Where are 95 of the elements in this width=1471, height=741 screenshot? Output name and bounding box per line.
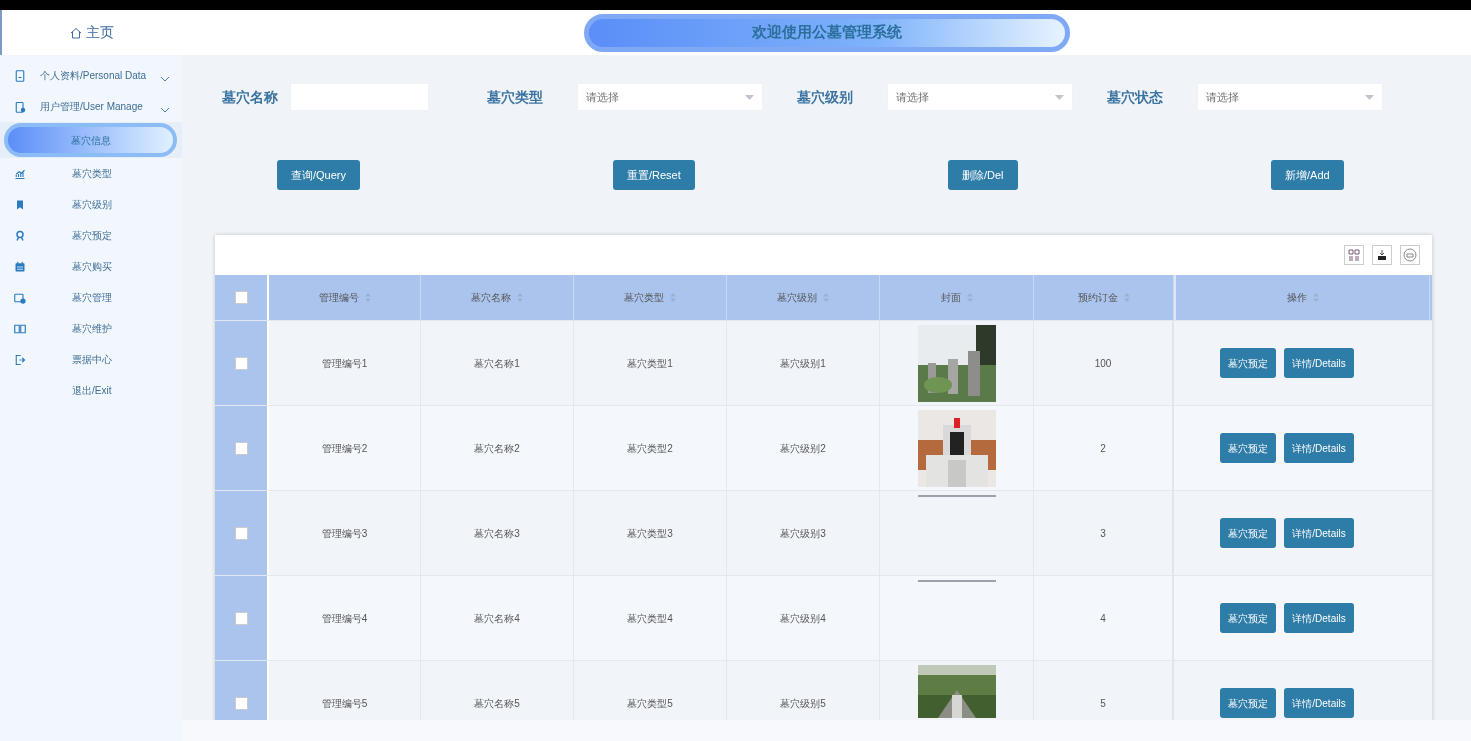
sort-icon[interactable] <box>670 293 676 302</box>
nav-item[interactable]: 退出/Exit <box>72 383 112 398</box>
sort-icon[interactable] <box>364 293 371 302</box>
table-cell-text: 墓穴级别1 <box>780 356 826 371</box>
nav-item[interactable]: 墓穴类型 <box>72 166 112 181</box>
checkbox[interactable] <box>234 696 248 710</box>
table-cell-text: 管理编号5 <box>321 696 368 711</box>
sort-icon[interactable] <box>1312 293 1319 302</box>
checkbox[interactable] <box>234 441 248 455</box>
table-cell-text: 墓穴级别4 <box>780 611 826 626</box>
row-button[interactable]: 详情/Details <box>1284 433 1354 463</box>
filter-label: 墓穴状态 <box>1107 87 1163 107</box>
column-header[interactable]: 墓穴名称 <box>471 290 511 305</box>
checkbox[interactable] <box>234 291 248 304</box>
row-button[interactable]: 墓穴预定 <box>1220 688 1277 718</box>
column-header[interactable]: 预约订金 <box>1077 290 1118 305</box>
nav-item[interactable]: 墓穴预定 <box>72 228 112 243</box>
checkbox[interactable] <box>234 611 248 625</box>
table-cell-text: 墓穴类型2 <box>627 441 673 456</box>
table-cell-text: 墓穴名称5 <box>474 696 520 711</box>
table-cell-text: 5 <box>1100 696 1106 711</box>
column-header[interactable]: 操作 <box>1286 290 1307 305</box>
table-cell-text: 墓穴类型5 <box>627 696 673 711</box>
table-cell-text: 管理编号3 <box>321 526 368 541</box>
select-field[interactable]: 请选择 <box>577 83 763 111</box>
bookmark-icon <box>14 198 26 211</box>
table-cell-text: 管理编号2 <box>321 441 368 456</box>
document-icon <box>14 69 26 82</box>
sort-icon[interactable] <box>1123 293 1130 302</box>
row-button[interactable]: 详情/Details <box>1284 518 1354 548</box>
row-button[interactable]: 墓穴预定 <box>1220 433 1277 463</box>
table-cell-text: 墓穴名称3 <box>474 526 520 541</box>
table-cell-text: 2 <box>1100 441 1106 456</box>
sort-icon[interactable] <box>966 293 973 302</box>
table-cell-text: 墓穴名称1 <box>474 356 520 371</box>
table-cell-text: 墓穴名称4 <box>474 611 520 626</box>
action-button[interactable]: 新增/Add <box>1271 160 1344 190</box>
select-field[interactable]: 请选择 <box>1197 83 1383 111</box>
book-icon <box>14 322 26 335</box>
row-button[interactable]: 墓穴预定 <box>1220 348 1277 378</box>
row-button[interactable]: 详情/Details <box>1284 603 1354 633</box>
checkbox[interactable] <box>234 526 248 540</box>
column-header[interactable]: 管理编号 <box>318 290 359 305</box>
sort-icon[interactable] <box>823 293 829 302</box>
table-cell-text: 墓穴级别2 <box>780 441 826 456</box>
table-cell-text: 管理编号1 <box>321 356 368 371</box>
nav-item[interactable]: 票据中心 <box>72 352 112 367</box>
home-icon <box>70 26 82 39</box>
column-header[interactable]: 墓穴级别 <box>777 290 817 305</box>
dropdown-icon <box>745 94 754 100</box>
home-link[interactable]: 主页 <box>86 22 114 43</box>
dropdown-icon <box>1055 94 1064 100</box>
nav-item[interactable]: 墓穴购买 <box>72 259 112 274</box>
filter-label: 墓穴名称 <box>222 87 278 107</box>
select-field[interactable]: 请选择 <box>887 83 1073 111</box>
nav-item[interactable]: 用户管理/User Manage <box>40 99 143 114</box>
badge-icon <box>14 229 26 242</box>
nav-item[interactable]: 墓穴管理 <box>72 290 112 305</box>
table-cell-text: 管理编号4 <box>321 611 368 626</box>
clipboard-icon <box>14 100 26 113</box>
chevron-icon[interactable] <box>160 106 170 113</box>
chevron-icon[interactable] <box>160 75 170 82</box>
table-cell-text: 4 <box>1100 611 1106 626</box>
nav-item[interactable]: 墓穴级别 <box>72 197 112 212</box>
table-cell-text: 墓穴类型1 <box>627 356 673 371</box>
exit-icon <box>14 353 26 366</box>
calendar-icon <box>14 260 26 273</box>
row-button[interactable]: 墓穴预定 <box>1220 603 1277 633</box>
filter-label: 墓穴类型 <box>487 87 543 107</box>
dropdown-icon <box>1365 94 1374 100</box>
action-button[interactable]: 查询/Query <box>277 160 360 190</box>
nav-item[interactable]: 墓穴信息 <box>4 123 177 157</box>
export-icon[interactable] <box>1372 245 1392 265</box>
action-button[interactable]: 重置/Reset <box>613 160 695 190</box>
table-cell-text: 墓穴类型4 <box>627 611 673 626</box>
nav-item[interactable]: 个人资料/Personal Data <box>40 68 147 83</box>
checkbox[interactable] <box>234 356 248 370</box>
page-title: 欢迎使用公墓管理系统 <box>751 22 902 43</box>
column-header[interactable]: 墓穴类型 <box>624 290 664 305</box>
table-cell-text: 墓穴名称2 <box>474 441 520 456</box>
table-cell-text: 墓穴级别5 <box>780 696 826 711</box>
row-button[interactable]: 详情/Details <box>1284 348 1354 378</box>
filter-label: 墓穴级别 <box>797 87 853 107</box>
table-cell-text: 100 <box>1094 356 1112 371</box>
table-cell-text: 墓穴级别3 <box>780 526 826 541</box>
row-button[interactable]: 详情/Details <box>1284 688 1354 718</box>
nav-item[interactable]: 墓穴维护 <box>72 321 112 336</box>
action-button[interactable]: 删除/Del <box>948 160 1018 190</box>
column-header[interactable]: 封面 <box>940 290 961 305</box>
columns-icon[interactable] <box>1344 245 1364 265</box>
table-cell-text: 墓穴类型3 <box>627 526 673 541</box>
chart-icon <box>14 167 26 180</box>
row-button[interactable]: 墓穴预定 <box>1220 518 1277 548</box>
table-cell-text: 3 <box>1100 526 1106 541</box>
sort-icon[interactable] <box>517 293 523 302</box>
